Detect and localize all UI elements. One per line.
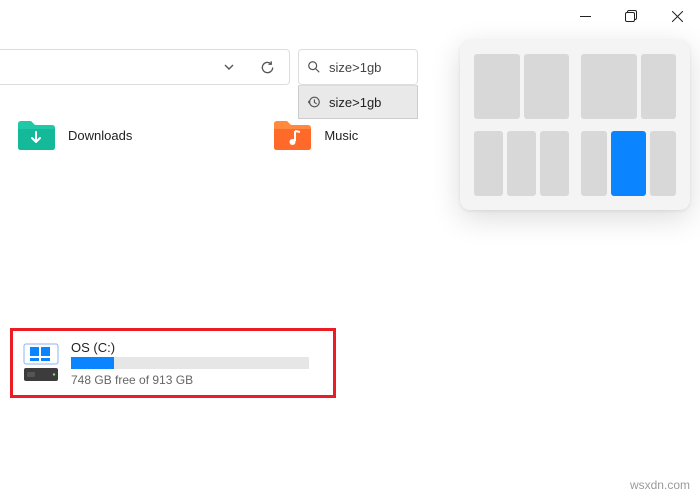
drive-item-os-c[interactable]: OS (C:) 748 GB free of 913 GB (10, 328, 336, 398)
folder-label: Music (324, 128, 358, 143)
search-suggestion-row[interactable]: size>1gb (298, 85, 418, 119)
window-close-button[interactable] (654, 0, 700, 32)
snap-zone[interactable] (581, 131, 607, 196)
refresh-button[interactable] (249, 49, 285, 85)
snap-zone[interactable] (507, 131, 536, 196)
snap-zone[interactable] (524, 54, 570, 119)
drive-status-text: 748 GB free of 913 GB (71, 373, 325, 387)
window-controls (562, 0, 700, 32)
drive-capacity-bar (71, 357, 309, 369)
history-dropdown-button[interactable] (211, 49, 247, 85)
snap-zone-selected[interactable] (611, 131, 645, 196)
chevron-down-icon (223, 61, 235, 73)
search-text: size>1gb (329, 60, 381, 75)
folder-item-music[interactable]: Music (272, 118, 358, 152)
watermark: wsxdn.com (630, 478, 690, 492)
snap-zone[interactable] (474, 54, 520, 119)
snap-zone[interactable] (581, 54, 637, 119)
drive-icon (21, 342, 61, 384)
downloads-folder-icon (16, 118, 56, 152)
snap-zone[interactable] (641, 54, 676, 119)
close-icon (672, 11, 683, 22)
drive-info: OS (C:) 748 GB free of 913 GB (71, 340, 325, 387)
music-folder-icon (272, 118, 312, 152)
snap-layout-two-equal[interactable] (474, 54, 569, 119)
snap-zone[interactable] (474, 131, 503, 196)
snap-zone[interactable] (540, 131, 569, 196)
window-titlebar (0, 0, 700, 40)
search-suggestion-text: size>1gb (329, 95, 381, 110)
window-minimize-button[interactable] (562, 0, 608, 32)
drive-used-fill (71, 357, 114, 369)
search-icon (299, 60, 329, 74)
address-bar[interactable] (0, 49, 290, 85)
drive-name: OS (C:) (71, 340, 325, 355)
folder-item-downloads[interactable]: Downloads (16, 118, 132, 152)
snap-zone[interactable] (650, 131, 676, 196)
snap-layout-left-stack[interactable] (581, 131, 676, 196)
maximize-icon (625, 10, 637, 22)
window-maximize-button[interactable] (608, 0, 654, 32)
folder-label: Downloads (68, 128, 132, 143)
search-input[interactable]: size>1gb size>1gb (298, 49, 418, 85)
history-icon (299, 95, 329, 109)
minimize-icon (580, 11, 591, 22)
snap-layouts-flyout (460, 40, 690, 210)
snap-layout-three[interactable] (474, 131, 569, 196)
refresh-icon (260, 60, 275, 75)
snap-layout-two-wide[interactable] (581, 54, 676, 119)
